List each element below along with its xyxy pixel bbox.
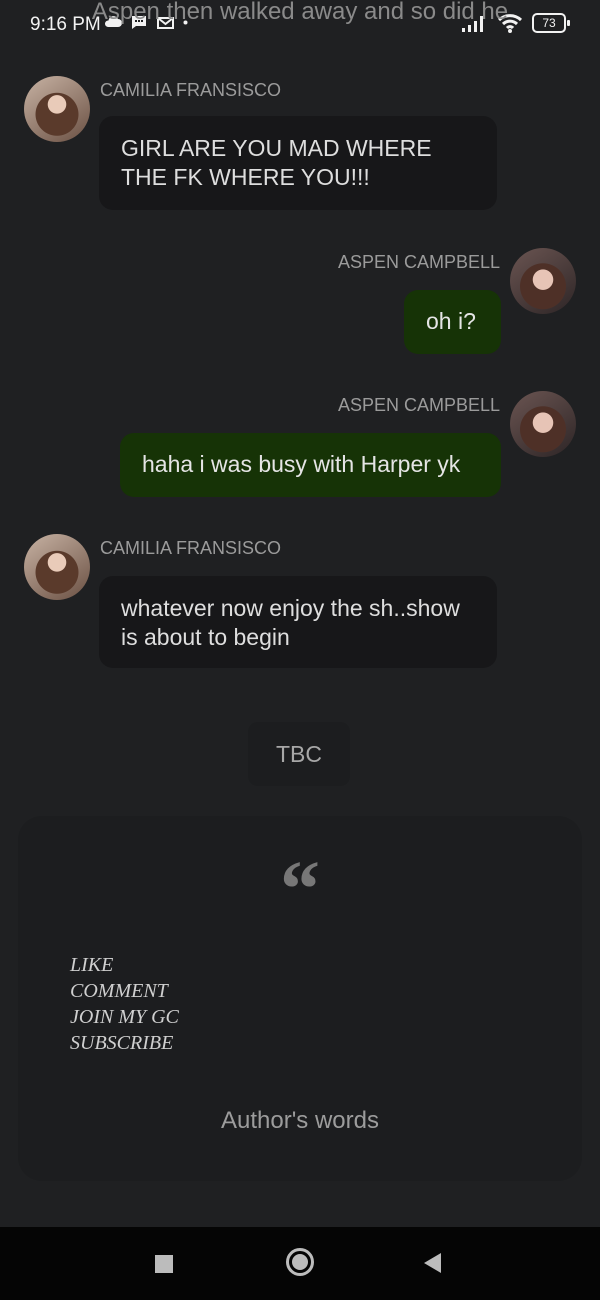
- message-text: GIRL ARE YOU MAD WHERE THE FK WHERE YOU!…: [121, 135, 432, 190]
- author-card: “ LIKE COMMENT JOIN MY GC SUBSCRIBE Auth…: [18, 816, 582, 1181]
- message-text: whatever now enjoy the sh..show is about…: [121, 595, 460, 650]
- quote-icon: “: [280, 846, 320, 934]
- author-line-subscribe: SUBSCRIBE: [70, 1032, 174, 1054]
- message-sender: ASPEN CAMPBELL: [337, 395, 500, 415]
- camilia-avatar[interactable]: [24, 534, 90, 600]
- message-text: haha i was busy with Harper yk: [142, 451, 461, 477]
- message-bubble[interactable]: oh i?: [404, 290, 501, 354]
- message-3: ASPEN CAMPBELL haha i was busy with Harp…: [0, 391, 600, 497]
- top-caption: Aspen then walked away and so did he: [91, 0, 509, 25]
- message-4: CAMILIA FRANSISCO whatever now enjoy the…: [0, 534, 600, 668]
- tbc-label: TBC: [248, 722, 350, 786]
- author-words-label: Author's words: [221, 1107, 379, 1134]
- message-bubble[interactable]: GIRL ARE YOU MAD WHERE THE FK WHERE YOU!…: [99, 116, 497, 210]
- message-sender: CAMILIA FRANSISCO: [100, 80, 282, 100]
- message-sender: ASPEN CAMPBELL: [337, 252, 500, 272]
- author-line-join-gc: JOIN MY GC: [70, 1006, 179, 1028]
- aspen-avatar[interactable]: [510, 391, 576, 457]
- message-2: ASPEN CAMPBELL oh i?: [0, 248, 600, 354]
- recent-apps-button[interactable]: [155, 1255, 173, 1273]
- camilia-avatar[interactable]: [24, 76, 90, 142]
- message-bubble[interactable]: whatever now enjoy the sh..show is about…: [99, 576, 497, 668]
- android-navigation-bar: [0, 1227, 600, 1300]
- message-sender: CAMILIA FRANSISCO: [100, 538, 282, 558]
- home-button[interactable]: [286, 1248, 314, 1276]
- message-bubble[interactable]: haha i was busy with Harper yk: [120, 433, 501, 497]
- back-button[interactable]: [424, 1253, 441, 1273]
- author-line-like: LIKE: [70, 954, 114, 976]
- aspen-avatar[interactable]: [510, 248, 576, 314]
- message-1: CAMILIA FRANSISCO GIRL ARE YOU MAD WHERE…: [0, 76, 600, 210]
- author-notes: LIKE COMMENT JOIN MY GC SUBSCRIBE: [70, 952, 390, 1056]
- message-text: oh i?: [426, 308, 476, 334]
- author-line-comment: COMMENT: [70, 980, 168, 1002]
